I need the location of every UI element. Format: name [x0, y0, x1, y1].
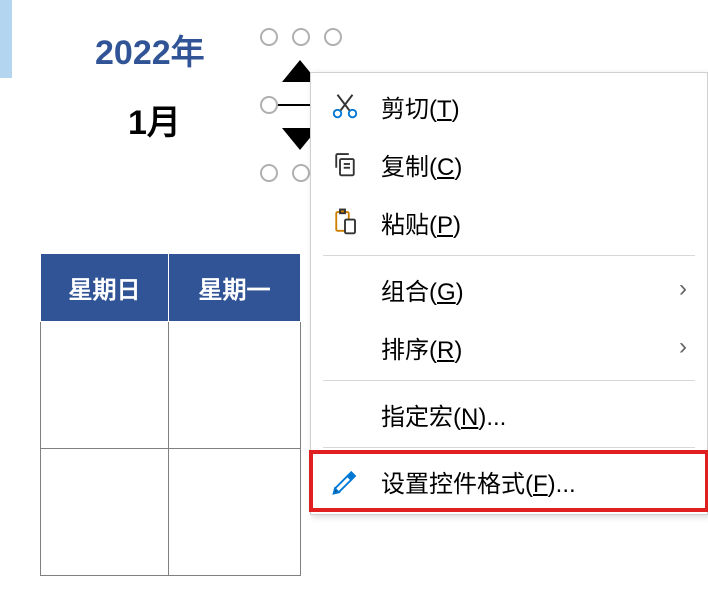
calendar-table: 星期日 星期一	[40, 253, 301, 576]
menu-label: 复制(C)	[381, 147, 687, 182]
calendar-cell[interactable]	[169, 449, 301, 576]
calendar-cell[interactable]	[41, 449, 169, 576]
chevron-right-icon: ›	[679, 333, 687, 361]
menu-label: 粘贴(P)	[381, 205, 687, 240]
format-control-icon	[327, 463, 363, 499]
selection-handle[interactable]	[324, 28, 342, 46]
menu-label: 剪切(T)	[381, 89, 687, 124]
year-label: 2022年	[95, 25, 205, 74]
context-menu: 剪切(T) 复制(C) 粘贴(P) 组合(G) ›	[310, 72, 708, 515]
selection-handle[interactable]	[292, 28, 310, 46]
menu-separator	[323, 447, 695, 448]
selection-handle[interactable]	[260, 28, 278, 46]
menu-label: 组合(G)	[381, 272, 679, 307]
calendar-header-monday: 星期一	[169, 254, 301, 322]
menu-label: 设置控件格式(F)...	[381, 464, 687, 499]
selection-handle[interactable]	[292, 164, 310, 182]
cut-icon	[327, 88, 363, 124]
menu-item-paste[interactable]: 粘贴(P)	[311, 193, 707, 251]
calendar-cell[interactable]	[41, 322, 169, 449]
paste-icon	[327, 204, 363, 240]
menu-label: 指定宏(N)...	[381, 397, 687, 432]
selection-handle[interactable]	[260, 96, 278, 114]
copy-icon	[327, 146, 363, 182]
calendar-header-sunday: 星期日	[41, 254, 169, 322]
menu-item-sort[interactable]: 排序(R) ›	[311, 318, 707, 376]
menu-separator	[323, 255, 695, 256]
menu-label: 排序(R)	[381, 330, 679, 365]
selection-handle[interactable]	[260, 164, 278, 182]
menu-separator	[323, 380, 695, 381]
menu-item-copy[interactable]: 复制(C)	[311, 135, 707, 193]
menu-item-assign-macro[interactable]: 指定宏(N)...	[311, 385, 707, 443]
menu-item-format-control[interactable]: 设置控件格式(F)...	[311, 452, 707, 510]
calendar-cell[interactable]	[169, 322, 301, 449]
menu-item-group[interactable]: 组合(G) ›	[311, 260, 707, 318]
month-label: 1月	[128, 95, 181, 144]
margin-indicator	[0, 0, 12, 78]
menu-item-cut[interactable]: 剪切(T)	[311, 77, 707, 135]
chevron-right-icon: ›	[679, 275, 687, 303]
